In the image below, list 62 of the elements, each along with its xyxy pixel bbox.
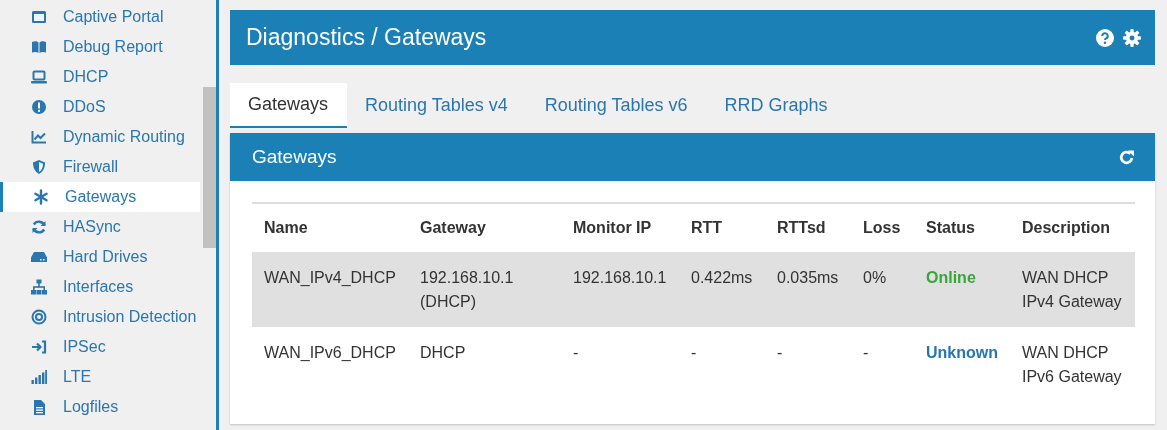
- sidebar-item[interactable]: Captive Portal: [0, 2, 200, 32]
- table-cell-text: DHCP: [420, 343, 466, 363]
- table-cell-text: WAN DHCP IPv6 Gateway: [1022, 343, 1123, 387]
- drive-icon: [31, 249, 47, 265]
- column-header: Description: [1010, 203, 1135, 252]
- sidebar-item[interactable]: Logfiles: [0, 392, 200, 422]
- table-cell: 192.168.10.1: [573, 269, 667, 286]
- sidebar-item[interactable]: Debug Report: [0, 32, 200, 62]
- panel-title: Gateways: [252, 146, 337, 168]
- book-icon: [31, 39, 47, 55]
- table-cell: 0.035ms: [777, 269, 839, 286]
- sidebar-item[interactable]: Firewall: [0, 152, 200, 182]
- asterisk-icon: [33, 189, 49, 205]
- table-cell: WAN_IPv4_DHCP: [264, 269, 396, 286]
- column-header: Status: [914, 203, 1010, 252]
- column-header: Gateway: [408, 203, 561, 252]
- sidebar-item[interactable]: DHCP: [0, 62, 200, 92]
- sync-icon: [31, 219, 47, 235]
- column-header: Name: [252, 203, 408, 252]
- refresh-icon[interactable]: [1118, 148, 1135, 166]
- settings-icon[interactable]: [1123, 28, 1141, 47]
- table-cell-text: 192.168.10.1 (DHCP): [420, 268, 515, 312]
- table-cell-text: WAN DHCP IPv4 Gateway: [1022, 268, 1123, 312]
- sidebar-item[interactable]: Intrusion Detection: [0, 302, 200, 332]
- window-icon: [31, 9, 47, 25]
- sidebar-item[interactable]: HASync: [0, 212, 200, 242]
- page-title: Diagnostics / Gateways: [246, 24, 487, 51]
- help-icon[interactable]: [1096, 28, 1114, 47]
- tab[interactable]: Gateways: [230, 83, 348, 128]
- column-header: Loss: [851, 203, 914, 252]
- table-cell: -: [691, 344, 697, 361]
- tab[interactable]: Routing Tables v4: [347, 83, 527, 128]
- sidebar-item[interactable]: Dynamic Routing: [0, 122, 200, 152]
- sidebar-item[interactable]: DDoS: [0, 92, 200, 122]
- file-icon: [31, 399, 47, 415]
- sidebar-item[interactable]: Hard Drives: [0, 242, 200, 272]
- column-header: RTT: [679, 203, 765, 252]
- target-icon: [31, 309, 47, 325]
- table-cell: -: [573, 344, 579, 361]
- chart-icon: [31, 129, 47, 145]
- table-cell: -: [777, 344, 783, 361]
- sidebar-item[interactable]: Gateways: [0, 182, 200, 212]
- network-icon: [31, 279, 47, 295]
- table-cell: WAN_IPv6_DHCP: [264, 344, 396, 361]
- status-text: Online: [926, 269, 976, 286]
- tab[interactable]: RRD Graphs: [706, 83, 847, 128]
- tab[interactable]: Routing Tables v6: [526, 83, 707, 128]
- laptop-icon: [31, 69, 47, 85]
- table-cell: 0.422ms: [691, 269, 753, 286]
- exclamation-icon: [31, 99, 47, 115]
- scrollbar[interactable]: [203, 87, 216, 248]
- status-text: Unknown: [926, 344, 998, 361]
- sign-in-icon: [31, 339, 47, 355]
- sidebar-item[interactable]: LTE: [0, 362, 200, 392]
- sidebar-item[interactable]: IPSec: [0, 332, 200, 362]
- signal-icon: [31, 369, 47, 385]
- column-header: RTTsd: [765, 203, 851, 252]
- sidebar-item[interactable]: Interfaces: [0, 272, 200, 302]
- table-cell: -: [863, 344, 869, 361]
- shield-icon: [31, 159, 47, 175]
- column-header: Monitor IP: [561, 203, 679, 252]
- table-cell: 0%: [863, 269, 887, 286]
